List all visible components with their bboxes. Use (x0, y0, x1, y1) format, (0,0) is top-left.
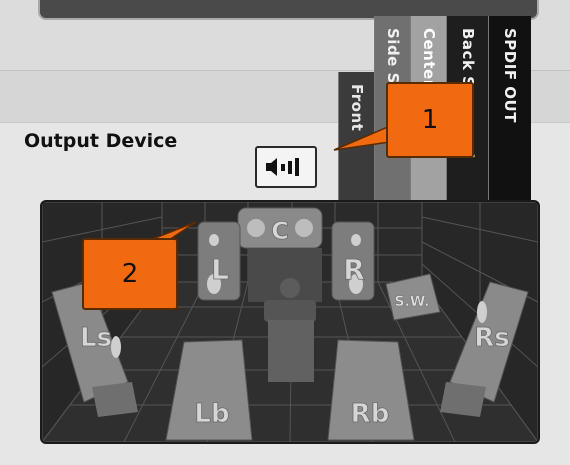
speaker-test-button[interactable] (255, 146, 317, 188)
right-surround-label: Rs (474, 323, 510, 353)
tab-front-label: Front (348, 84, 366, 132)
left-back-label: Lb (194, 399, 229, 429)
callout-1: 1 (386, 82, 474, 158)
tab-spdif-out-label: SPDIF OUT (501, 28, 519, 123)
tab-spdif-out[interactable]: SPDIF OUT (488, 16, 531, 206)
right-back-label: Rb (351, 399, 390, 429)
front-right-label: R (343, 253, 365, 286)
callout-2: 2 (82, 238, 178, 310)
center-speaker-label: C (271, 217, 289, 245)
speaker-room-view: C L R S.W. Ls Rs Lb Rb (40, 200, 540, 444)
left-surround-label: Ls (80, 323, 112, 353)
speaker-bars-icon (266, 158, 299, 176)
subwoofer-label: S.W. (394, 294, 429, 310)
tab-front[interactable]: Front (338, 72, 375, 206)
front-left-label: L (211, 253, 229, 286)
output-device-title: Output Device (24, 130, 178, 152)
